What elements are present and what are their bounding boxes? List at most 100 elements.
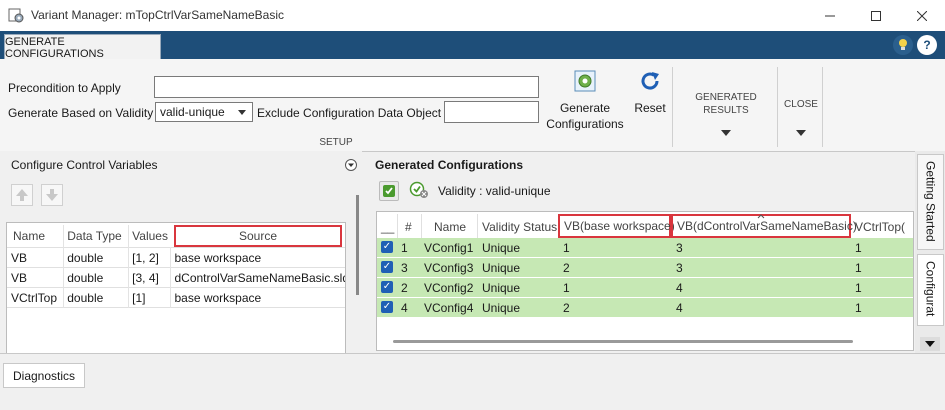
generated-results-label-1: GENERATED bbox=[695, 92, 757, 103]
cell-validity-status: Unique bbox=[482, 261, 521, 275]
cell-source[interactable]: dControlVarSameNameBasic.slddc bbox=[170, 267, 345, 288]
column-divider bbox=[477, 214, 478, 238]
cell-vb-base-workspace: 2 bbox=[563, 261, 570, 275]
exclude-input[interactable] bbox=[444, 101, 539, 123]
cell-index: 4 bbox=[401, 301, 408, 315]
splitter-handle[interactable] bbox=[356, 195, 359, 295]
validity-icon bbox=[409, 181, 428, 198]
control-variables-grid: Name Data Type Values Source VB double [… bbox=[7, 225, 345, 308]
cell-vb-dcontrolvar: 3 bbox=[676, 261, 683, 275]
column-header-name[interactable]: Name bbox=[434, 220, 466, 234]
help-icon[interactable]: ? bbox=[917, 35, 937, 55]
generated-results-label-2: RESULTS bbox=[703, 105, 749, 116]
cell-name[interactable]: VB bbox=[7, 268, 64, 288]
row-checkbox[interactable]: ✓ bbox=[381, 261, 393, 273]
column-header-values[interactable]: Values bbox=[128, 225, 171, 248]
toolstrip: Precondition to Apply Generate Based on … bbox=[0, 59, 945, 152]
cell-validity-status: Unique bbox=[482, 241, 521, 255]
move-down-button[interactable] bbox=[41, 184, 63, 206]
cell-values[interactable]: [1, 2] bbox=[128, 247, 171, 268]
generate-configurations-button[interactable]: Generate Configurations bbox=[545, 67, 625, 135]
generated-results-button[interactable]: GENERATED RESULTS bbox=[682, 89, 770, 144]
window-title: Variant Manager: mTopCtrlVarSameNameBasi… bbox=[31, 8, 284, 22]
exclude-label: Exclude Configuration Data Object bbox=[257, 106, 442, 120]
cell-source[interactable]: base workspace bbox=[170, 247, 345, 268]
tab-generate-configurations[interactable]: GENERATE CONFIGURATIONS bbox=[4, 34, 161, 60]
cell-name[interactable]: VCtrlTop bbox=[7, 288, 64, 308]
column-header-validity-status[interactable]: Validity Status bbox=[482, 220, 557, 234]
close-section-button[interactable]: CLOSE bbox=[780, 89, 822, 144]
minimize-button[interactable] bbox=[807, 0, 853, 31]
validity-status-button[interactable] bbox=[409, 181, 428, 199]
table-row[interactable]: ✓ 2 VConfig2 Unique 1 4 1 bbox=[377, 278, 913, 298]
table-row[interactable]: VCtrlTop double [1] base workspace bbox=[7, 287, 345, 308]
cell-source[interactable]: base workspace bbox=[170, 287, 345, 308]
generated-configurations-panel: Generated Configurations Validity : vali… bbox=[366, 151, 914, 353]
column-header-index[interactable]: # bbox=[405, 220, 412, 234]
cell-index: 2 bbox=[401, 281, 408, 295]
table-row[interactable]: ✓ 1 VConfig1 Unique 1 3 1 bbox=[377, 238, 913, 258]
cell-vb-dcontrolvar: 4 bbox=[676, 301, 683, 315]
chevron-down-icon bbox=[721, 130, 731, 136]
maximize-button[interactable] bbox=[853, 0, 899, 31]
column-header-name[interactable]: Name bbox=[7, 225, 64, 248]
cell-vctrltop: 1 bbox=[855, 281, 862, 295]
cell-name: VConfig1 bbox=[424, 241, 474, 255]
reset-button[interactable]: Reset bbox=[632, 67, 668, 122]
cell-vb-base-workspace: 2 bbox=[563, 301, 570, 315]
lightbulb-icon[interactable] bbox=[893, 35, 913, 55]
close-window-button[interactable] bbox=[899, 0, 945, 31]
validity-label: Generate Based on Validity bbox=[8, 106, 154, 120]
vb-base-workspace-highlight-box[interactable]: VB(base workspace) bbox=[558, 214, 675, 238]
tab-configurations-label: Configurat bbox=[923, 261, 938, 317]
row-checkbox[interactable]: ✓ bbox=[381, 241, 393, 253]
row-checkbox[interactable]: ✓ bbox=[381, 301, 393, 313]
row-checkbox[interactable]: ✓ bbox=[381, 281, 393, 293]
cell-validity-status: Unique bbox=[482, 281, 521, 295]
column-header-source-label: Source bbox=[238, 229, 277, 243]
column-header-vctrltop[interactable]: VCtrlTop( bbox=[855, 220, 905, 234]
close-icon bbox=[917, 10, 927, 21]
cell-data-type[interactable]: double bbox=[63, 287, 129, 308]
cell-values[interactable]: [3, 4] bbox=[128, 267, 171, 288]
column-divider bbox=[421, 214, 422, 238]
scroll-down-icon[interactable] bbox=[920, 337, 940, 351]
generate-label-2: Configurations bbox=[546, 117, 624, 131]
validity-dropdown[interactable]: valid-unique bbox=[155, 102, 253, 122]
table-row[interactable]: VB double [1, 2] base workspace bbox=[7, 247, 345, 268]
column-header-select[interactable]: __ bbox=[381, 220, 394, 234]
table-row[interactable]: ✓ 4 VConfig4 Unique 2 4 1 bbox=[377, 298, 913, 317]
column-divider bbox=[397, 214, 398, 238]
horizontal-scrollbar[interactable] bbox=[393, 340, 853, 343]
collapse-icon[interactable] bbox=[345, 159, 357, 171]
column-header-data-type[interactable]: Data Type bbox=[63, 225, 129, 248]
tab-diagnostics[interactable]: Diagnostics bbox=[3, 363, 85, 388]
title-bar: Variant Manager: mTopCtrlVarSameNameBasi… bbox=[0, 0, 945, 32]
precondition-label: Precondition to Apply bbox=[8, 81, 121, 95]
sort-ascending-icon bbox=[757, 214, 765, 219]
cell-data-type[interactable]: double bbox=[63, 267, 129, 288]
cell-vb-dcontrolvar: 4 bbox=[676, 281, 683, 295]
cell-index: 1 bbox=[401, 241, 408, 255]
app-icon bbox=[8, 8, 24, 23]
table-header-row: Name Data Type Values Source bbox=[7, 225, 345, 248]
precondition-input[interactable] bbox=[154, 76, 539, 98]
tab-getting-started[interactable]: Getting Started bbox=[917, 154, 944, 250]
cell-name: VConfig3 bbox=[424, 261, 474, 275]
cell-data-type[interactable]: double bbox=[63, 247, 129, 268]
column-header-source[interactable]: Source bbox=[171, 225, 345, 248]
table-row[interactable]: ✓ 3 VConfig3 Unique 2 3 1 bbox=[377, 258, 913, 278]
left-panel-title: Configure Control Variables bbox=[11, 158, 158, 172]
cell-name: VConfig2 bbox=[424, 281, 474, 295]
table-row[interactable]: VB double [3, 4] dControlVarSameNameBasi… bbox=[7, 267, 345, 288]
check-icon bbox=[383, 185, 395, 197]
cell-values[interactable]: [1] bbox=[128, 287, 171, 308]
cell-index: 3 bbox=[401, 261, 408, 275]
tab-configurations[interactable]: Configurat bbox=[917, 254, 944, 326]
cell-name[interactable]: VB bbox=[7, 248, 64, 268]
validate-button[interactable] bbox=[379, 181, 399, 201]
move-up-button[interactable] bbox=[11, 184, 33, 206]
validity-dropdown-value: valid-unique bbox=[160, 105, 225, 119]
cell-vb-base-workspace: 1 bbox=[563, 281, 570, 295]
cell-vctrltop: 1 bbox=[855, 301, 862, 315]
